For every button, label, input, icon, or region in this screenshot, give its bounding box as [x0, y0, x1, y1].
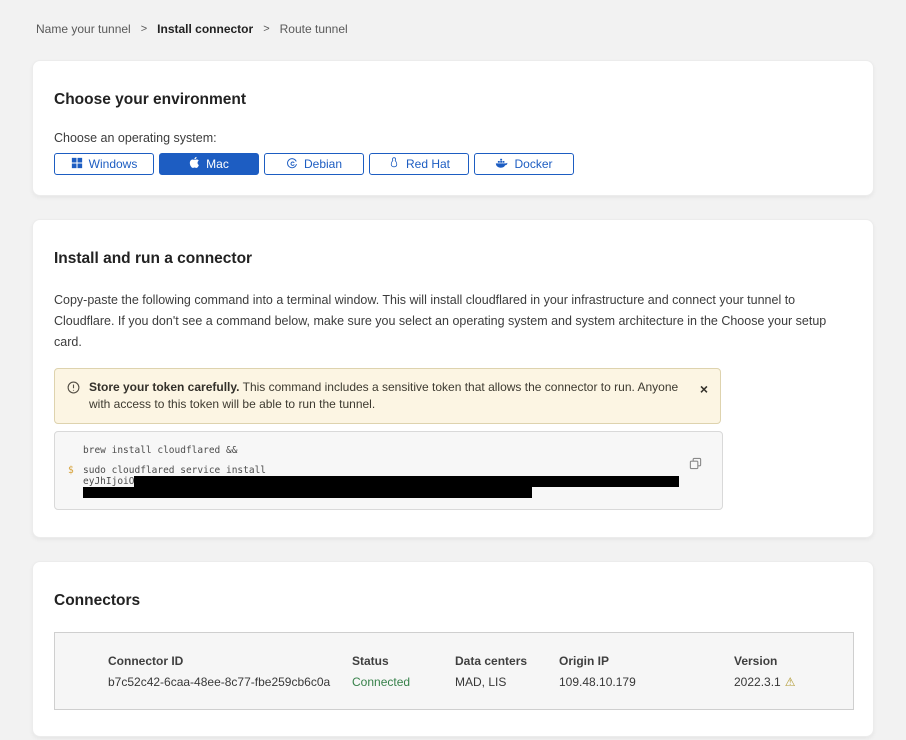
docker-icon [495, 157, 508, 172]
token-warning-bold: Store your token carefully. [89, 380, 240, 394]
data-centers-value: MAD, LIS [455, 675, 559, 689]
debian-icon [286, 157, 298, 172]
windows-icon [71, 157, 83, 172]
connectors-table: Connector ID Status Data centers Origin … [54, 632, 854, 710]
status-badge: Connected [352, 675, 455, 689]
shell-prompt: $ [68, 465, 83, 498]
breadcrumb-separator: > [141, 23, 147, 35]
code-line-sudo: sudo cloudflared service install [83, 465, 679, 476]
column-connector-id: Connector ID [108, 654, 352, 668]
os-button-label: Debian [304, 157, 342, 171]
table-row: b7c52c42-6caa-48ee-8c77-fbe259cb6c0a Con… [108, 675, 853, 689]
version-value: 2022.3.1⚠ [734, 675, 853, 689]
connectors-card-title: Connectors [54, 592, 852, 610]
close-icon[interactable]: × [700, 382, 708, 396]
code-line-brew: brew install cloudflared && [83, 445, 237, 456]
os-button-label: Docker [514, 157, 552, 171]
redacted-token-bar [83, 487, 532, 498]
copy-icon[interactable] [689, 457, 702, 473]
column-status: Status [352, 654, 455, 668]
environment-card-title: Choose your environment [54, 91, 852, 109]
connector-id-value: b7c52c42-6caa-48ee-8c77-fbe259cb6c0a [108, 675, 352, 689]
os-button-group: Windows Mac Debian [54, 153, 852, 175]
environment-card: Choose your environment Choose an operat… [32, 60, 874, 196]
install-connector-card: Install and run a connector Copy-paste t… [32, 219, 874, 538]
step-install-connector[interactable]: Install connector [157, 22, 253, 36]
install-command-block: brew install cloudflared && $ sudo cloud… [54, 431, 723, 510]
os-button-docker[interactable]: Docker [474, 153, 574, 175]
step-name-your-tunnel[interactable]: Name your tunnel [36, 22, 131, 36]
token-warning-text: Store your token carefully. This command… [89, 379, 700, 413]
origin-ip-value: 109.48.10.179 [559, 675, 734, 689]
apple-icon [189, 156, 200, 172]
column-version: Version [734, 654, 853, 668]
code-gutter [68, 445, 83, 456]
connectors-card: Connectors Connector ID Status Data cent… [32, 561, 874, 737]
step-route-tunnel[interactable]: Route tunnel [280, 22, 348, 36]
os-button-windows[interactable]: Windows [54, 153, 154, 175]
version-warning-icon: ⚠ [785, 675, 796, 689]
connectors-table-header: Connector ID Status Data centers Origin … [108, 654, 853, 668]
alert-circle-icon [67, 381, 80, 399]
redhat-icon [388, 156, 400, 172]
os-button-mac[interactable]: Mac [159, 153, 259, 175]
token-warning-banner: Store your token carefully. This command… [54, 368, 721, 424]
os-button-debian[interactable]: Debian [264, 153, 364, 175]
os-button-label: Red Hat [406, 157, 450, 171]
column-data-centers: Data centers [455, 654, 559, 668]
breadcrumb: Name your tunnel > Install connector > R… [36, 22, 874, 36]
code-line-token: eyJhIjoiO [83, 476, 679, 487]
column-origin-ip: Origin IP [559, 654, 734, 668]
install-card-description: Copy-paste the following command into a … [54, 290, 852, 353]
os-button-label: Mac [206, 157, 229, 171]
breadcrumb-separator: > [263, 23, 269, 35]
os-select-label: Choose an operating system: [54, 131, 852, 145]
install-card-title: Install and run a connector [54, 250, 852, 268]
os-button-redhat[interactable]: Red Hat [369, 153, 469, 175]
tunnel-setup-page: Name your tunnel > Install connector > R… [0, 0, 906, 740]
os-button-label: Windows [89, 157, 138, 171]
redacted-token-bar [134, 476, 679, 487]
